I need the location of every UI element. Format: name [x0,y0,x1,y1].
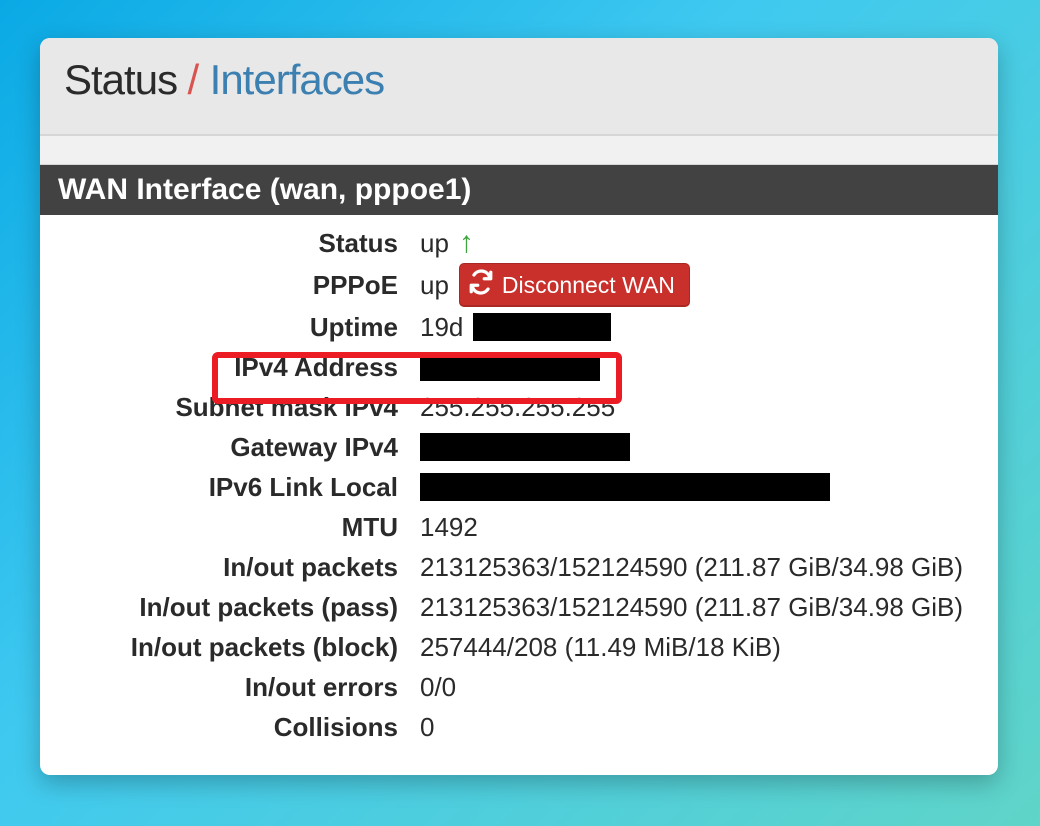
label-pkts: In/out packets [64,552,420,583]
row-uptime: Uptime 19d [64,307,974,347]
value-mtu: 1492 [420,512,974,543]
label-pppoe: PPPoE [64,270,420,301]
interface-details-grid: Status up ↑ PPPoE up [40,215,998,775]
row-mtu: MTU 1492 [64,507,974,547]
redacted-gateway-ipv4 [420,433,630,461]
row-pkts-block: In/out packets (block) 257444/208 (11.49… [64,627,974,667]
row-status: Status up ↑ [64,223,974,263]
disconnect-wan-button[interactable]: Disconnect WAN [459,263,690,307]
row-pppoe: PPPoE up Disconnect WAN [64,263,974,307]
value-pkts-block: 257444/208 (11.49 MiB/18 KiB) [420,632,974,663]
label-collisions: Collisions [64,712,420,743]
label-subnet: Subnet mask IPv4 [64,392,420,423]
row-pkts-pass: In/out packets (pass) 213125363/15212459… [64,587,974,627]
breadcrumb-separator: / [188,56,200,103]
row-gateway: Gateway IPv4 [64,427,974,467]
row-ipv4: IPv4 Address [64,347,974,387]
label-gateway: Gateway IPv4 [64,432,420,463]
section-header-wan: WAN Interface (wan, pppoe1) [40,165,998,215]
status-text: up [420,228,449,259]
value-collisions: 0 [420,712,974,743]
redacted-ipv4-address [420,353,600,381]
value-pppoe: up Disconnect WAN [420,263,974,307]
row-subnet: Subnet mask IPv4 255.255.255.255 [64,387,974,427]
value-pkts: 213125363/152124590 (211.87 GiB/34.98 Gi… [420,552,974,583]
refresh-icon [468,269,494,301]
disconnect-wan-label: Disconnect WAN [502,272,675,299]
label-ipv6ll: IPv6 Link Local [64,472,420,503]
row-ipv6ll: IPv6 Link Local [64,467,974,507]
value-status: up ↑ [420,228,974,259]
label-errors: In/out errors [64,672,420,703]
label-pkts-block: In/out packets (block) [64,632,420,663]
label-pkts-pass: In/out packets (pass) [64,592,420,623]
uptime-text: 19d [420,312,463,343]
value-pkts-pass: 213125363/152124590 (211.87 GiB/34.98 Gi… [420,592,974,623]
label-mtu: MTU [64,512,420,543]
breadcrumb: Status / Interfaces [40,38,998,135]
breadcrumb-current[interactable]: Interfaces [210,56,384,103]
value-ipv6ll [420,473,974,501]
value-ipv4 [420,353,974,381]
status-up-arrow-icon: ↑ [459,228,474,258]
spacer-strip [40,135,998,165]
row-collisions: Collisions 0 [64,707,974,747]
value-gateway [420,433,974,461]
value-errors: 0/0 [420,672,974,703]
row-pkts: In/out packets 213125363/152124590 (211.… [64,547,974,587]
pppoe-text: up [420,270,449,301]
redacted-ipv6-link-local [420,473,830,501]
redacted-uptime-detail [473,313,611,341]
label-uptime: Uptime [64,312,420,343]
value-uptime: 19d [420,312,974,343]
breadcrumb-parent[interactable]: Status [64,56,177,103]
status-interfaces-panel: Status / Interfaces WAN Interface (wan, … [40,38,998,775]
value-subnet: 255.255.255.255 [420,392,974,423]
label-status: Status [64,228,420,259]
row-errors: In/out errors 0/0 [64,667,974,707]
label-ipv4: IPv4 Address [64,352,420,383]
